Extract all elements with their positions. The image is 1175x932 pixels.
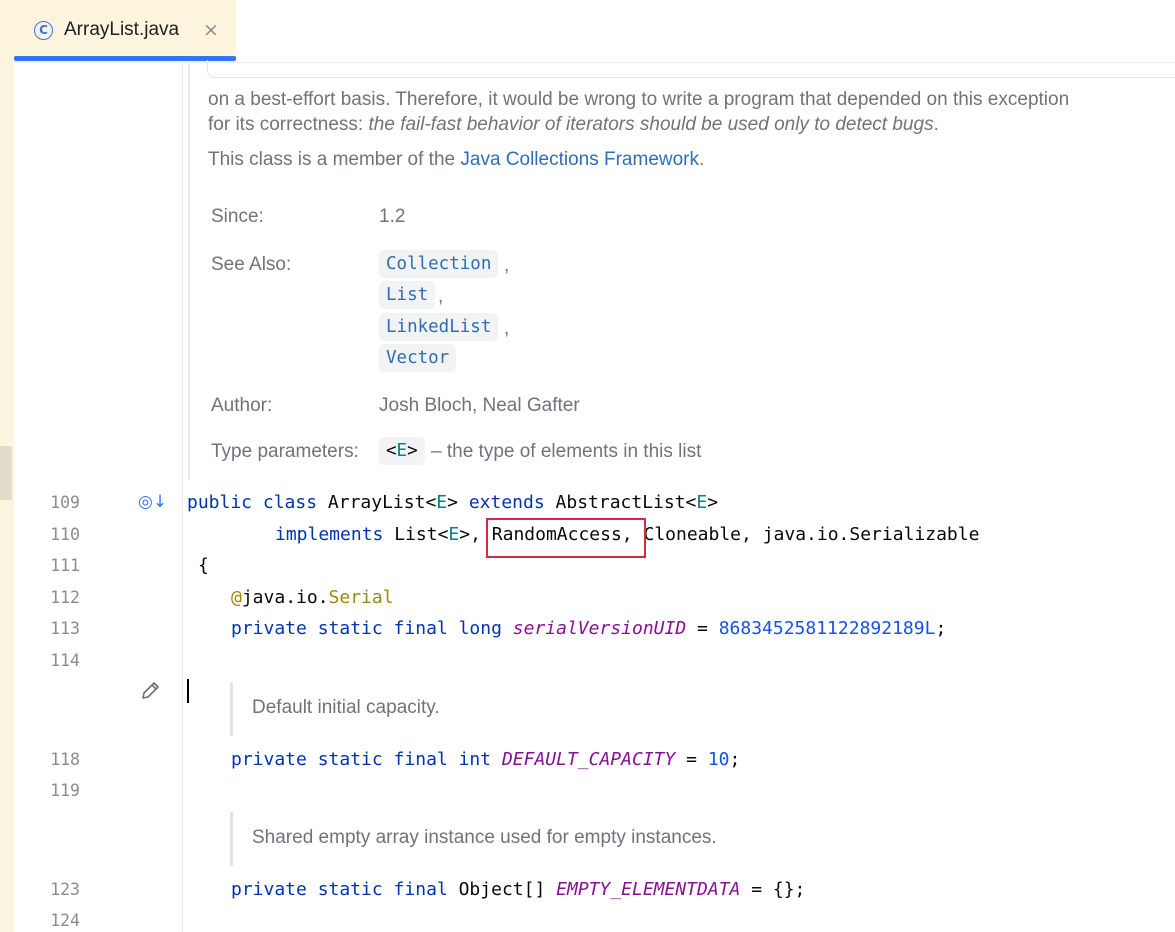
since-value: 1.2 xyxy=(379,206,406,227)
line-number: 111 xyxy=(50,556,80,575)
annotation-at: @ xyxy=(231,587,242,608)
see-also-link-list[interactable]: List xyxy=(379,281,436,309)
line-number: 112 xyxy=(50,588,80,607)
line-number: 109 xyxy=(50,493,80,512)
code-line-118[interactable]: private static final int DEFAULT_CAPACIT… xyxy=(231,748,740,772)
doc-text-plain: This class is a member of the xyxy=(208,149,461,170)
class-icon: C xyxy=(34,21,53,40)
separator-comma: , xyxy=(438,286,444,307)
line-number: 124 xyxy=(50,911,80,930)
type-param-chip: <E> xyxy=(379,437,425,465)
doc-text-plain: for its correctness: xyxy=(208,114,369,135)
doc-text-italic: the fail-fast behavior of iterators shou… xyxy=(368,114,934,135)
type-parameter: E xyxy=(436,492,448,513)
code-line-113[interactable]: private static final long serialVersionU… xyxy=(231,617,946,641)
doc-block-border xyxy=(188,62,190,480)
modifiers: private static final int xyxy=(231,749,492,770)
parent-class: AbstractList< xyxy=(555,492,697,513)
number-literal: 10 xyxy=(707,749,730,770)
rendered-doc-comment: Default initial capacity. xyxy=(230,682,440,736)
line-number: 113 xyxy=(50,619,80,638)
semicolon: ; xyxy=(935,618,947,639)
type-object-array: Object[] xyxy=(458,879,546,900)
generic-close: > xyxy=(447,492,458,513)
author-label: Author: xyxy=(211,395,273,416)
pencil-icon[interactable] xyxy=(139,680,161,702)
modifiers: private static final long xyxy=(231,618,502,639)
doc-paragraph-line: on a best-effort basis. Therefore, it wo… xyxy=(208,89,1070,110)
field-serialversionuid: serialVersionUID xyxy=(512,618,687,639)
tab-label: ArrayList.java xyxy=(64,19,180,40)
see-also-link-vector[interactable]: Vector xyxy=(379,344,457,372)
generic-close: > xyxy=(707,492,719,513)
annotation-package: java.io. xyxy=(241,587,329,608)
code-line-123[interactable]: private static final Object[] EMPTY_ELEM… xyxy=(231,878,805,902)
interface-list: List< xyxy=(394,524,449,545)
separator-comma: , xyxy=(504,255,510,276)
type-parameters-label: Type parameters: xyxy=(211,441,359,462)
keyword-implements: implements xyxy=(275,524,384,545)
annotation-serial: Serial xyxy=(328,587,394,608)
line-number: 123 xyxy=(50,880,80,899)
code-line-109[interactable]: public class ArrayList<E> extends Abstra… xyxy=(187,491,718,515)
implementation-marker-icon[interactable]: ◎↓ xyxy=(138,491,167,513)
keyword-public: public xyxy=(187,492,253,513)
see-also-link-collection[interactable]: Collection xyxy=(379,250,499,278)
doc-text-period: . xyxy=(933,114,939,135)
text-caret xyxy=(187,679,189,703)
keyword-class: class xyxy=(262,492,318,513)
initializer: = {}; xyxy=(740,879,806,900)
editor-window: C ArrayList.java × on a best-effort basi… xyxy=(0,0,1175,932)
line-number: 118 xyxy=(50,750,80,769)
semicolon: ; xyxy=(729,749,741,770)
number-literal: 8683452581122892189L xyxy=(718,618,936,639)
type-parameter: E xyxy=(696,492,708,513)
line-number: 119 xyxy=(50,781,80,800)
doc-paragraph-line: This class is a member of the Java Colle… xyxy=(208,147,704,172)
separator-comma: , xyxy=(504,318,510,339)
see-also-label: See Also: xyxy=(211,254,292,275)
close-icon[interactable]: × xyxy=(203,18,219,42)
code-line-111[interactable]: { xyxy=(198,554,209,578)
type-param-name: E xyxy=(396,441,408,461)
assign: = xyxy=(675,749,708,770)
code-line-112[interactable]: @java.io.Serial xyxy=(231,586,394,610)
type-parameter: E xyxy=(448,524,460,545)
keyword-extends: extends xyxy=(468,492,545,513)
field-empty-elementdata: EMPTY_ELEMENTDATA xyxy=(556,879,741,900)
editor-tab-bar: C ArrayList.java × xyxy=(14,0,1175,63)
java-collections-framework-link[interactable]: Java Collections Framework xyxy=(460,149,699,170)
type-param-bracket: > xyxy=(407,441,418,461)
class-name: ArrayList< xyxy=(327,492,437,513)
gutter-separator xyxy=(182,62,183,932)
doc-inner-frame xyxy=(207,60,1175,78)
interface-rest: Cloneable, java.io.Serializable xyxy=(643,524,980,545)
see-also-link-linkedlist[interactable]: LinkedList xyxy=(379,313,499,341)
rendered-doc-comment: Shared empty array instance used for emp… xyxy=(230,812,717,866)
comment-text: Default initial capacity. xyxy=(252,697,440,718)
doc-paragraph-line: for its correctness: the fail-fast behav… xyxy=(208,112,939,137)
left-tool-strip xyxy=(0,0,14,932)
type-param-bracket: < xyxy=(386,441,397,461)
assign: = xyxy=(686,618,719,639)
line-number: 110 xyxy=(50,525,80,544)
author-value: Josh Bloch, Neal Gafter xyxy=(379,395,580,416)
scroll-thumb[interactable] xyxy=(0,446,12,500)
tab-arraylist-java[interactable]: C ArrayList.java × xyxy=(14,0,236,62)
since-label: Since: xyxy=(211,206,264,227)
comment-text: Shared empty array instance used for emp… xyxy=(252,827,717,848)
active-tab-indicator xyxy=(14,56,236,61)
doc-text-period: . xyxy=(699,149,705,170)
randomaccess-highlight-box xyxy=(486,518,646,558)
modifiers: private static final xyxy=(231,879,448,900)
line-number: 114 xyxy=(50,651,80,670)
field-default-capacity: DEFAULT_CAPACITY xyxy=(501,749,676,770)
type-param-description: – the type of elements in this list xyxy=(431,441,702,462)
